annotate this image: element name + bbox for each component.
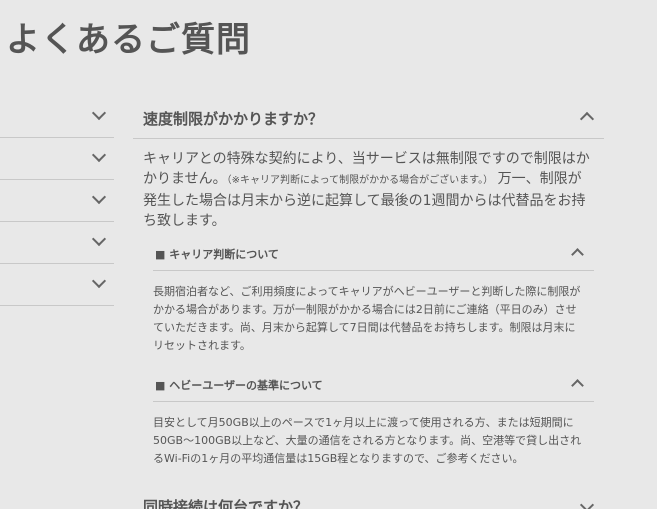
faq-item-speed-limit: 速度制限がかかりますか？ キャリアとの特殊な契約により、当サービスは無制限ですの… bbox=[133, 96, 604, 229]
sub-item-heavy-user-criteria: ■ ヘビーユーザーの基準について 目安として月50GB以上のペースで1ヶ月以上に… bbox=[153, 367, 594, 468]
left-question-item-3[interactable] bbox=[0, 180, 114, 222]
chevron-up-icon bbox=[571, 379, 584, 392]
sub-title: ■ ヘビーユーザーの基準について bbox=[155, 379, 323, 392]
faq-page: よくあるご質問 速度制限がかかりますか？ キャリアとの特殊な契約により、当サービ… bbox=[0, 0, 657, 509]
left-question-item-1[interactable] bbox=[0, 96, 114, 138]
sub-body: 目安として月50GB以上のペースで1ヶ月以上に渡って使用される方、または短期間に… bbox=[153, 416, 582, 465]
sub-body: 長期宿泊者など、ご利用頻度によってキャリアがヘビーユーザーと判断した際に制限がか… bbox=[153, 285, 581, 352]
sub-header-heavy-user-criteria[interactable]: ■ ヘビーユーザーの基準について bbox=[153, 367, 594, 402]
chevron-down-icon bbox=[91, 189, 107, 205]
page-title: よくあるご質問 bbox=[6, 20, 251, 60]
left-question-item-5[interactable] bbox=[0, 264, 114, 306]
question-title: 速度制限がかかりますか？ bbox=[143, 110, 324, 128]
sub-header-carrier-judgment[interactable]: ■ キャリア判断について bbox=[153, 236, 594, 271]
question-header-speed-limit[interactable]: 速度制限がかかりますか？ bbox=[133, 96, 604, 139]
chevron-down-icon bbox=[91, 147, 107, 163]
answer-note: （※キャリア判断によって制限がかかる場合がございます。） bbox=[226, 175, 494, 186]
question-header-simultaneous-connections[interactable]: 同時接続は何台ですか？ bbox=[133, 490, 604, 509]
question-title: 同時接続は何台ですか？ bbox=[143, 498, 309, 509]
left-question-list bbox=[0, 96, 114, 306]
sub-title: ■ キャリア判断について bbox=[155, 248, 279, 261]
answer-text: キャリアとの特殊な契約により、当サービスは無制限ですので制限はかかりません。（※… bbox=[143, 149, 593, 231]
sub-item-carrier-judgment: ■ キャリア判断について 長期宿泊者など、ご利用頻度によってキャリアがヘビーユー… bbox=[153, 236, 594, 355]
chevron-down-icon bbox=[91, 273, 107, 289]
chevron-down-icon bbox=[91, 105, 107, 121]
chevron-up-icon bbox=[579, 111, 595, 127]
chevron-up-icon bbox=[571, 248, 584, 261]
left-question-item-2[interactable] bbox=[0, 138, 114, 180]
chevron-down-icon bbox=[579, 497, 595, 509]
chevron-down-icon bbox=[91, 231, 107, 247]
left-question-item-4[interactable] bbox=[0, 222, 114, 264]
